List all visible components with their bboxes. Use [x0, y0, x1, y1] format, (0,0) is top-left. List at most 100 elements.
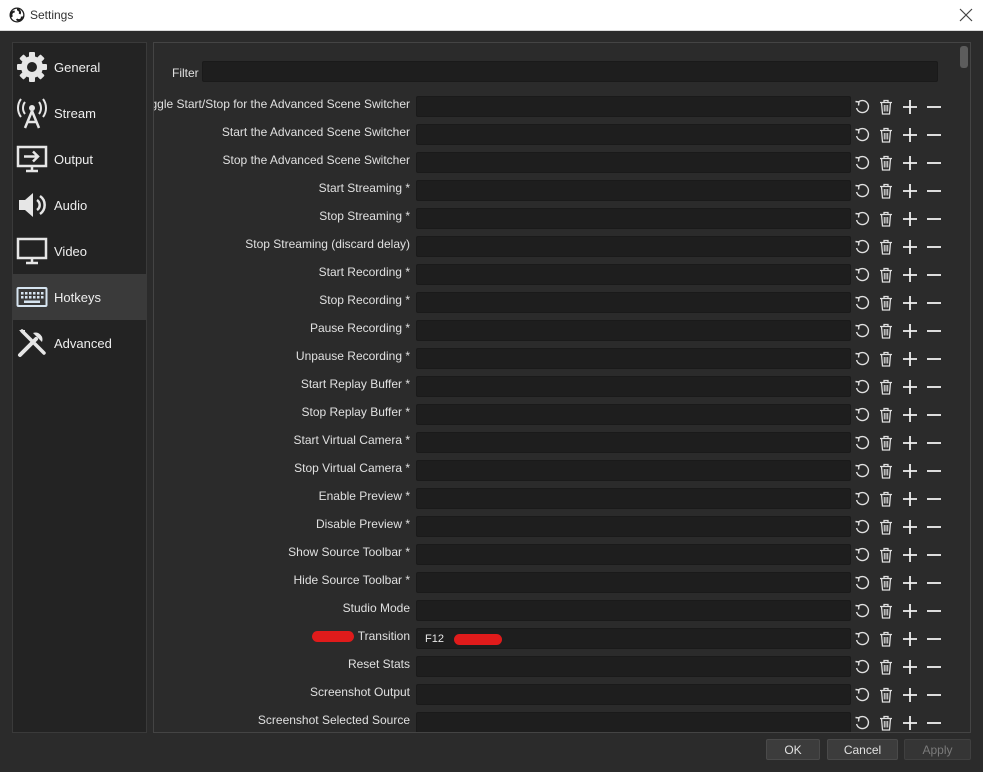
trash-icon[interactable]	[878, 407, 894, 423]
revert-icon[interactable]	[854, 491, 870, 507]
hotkey-input[interactable]	[416, 96, 851, 117]
hotkey-input[interactable]	[416, 292, 851, 313]
plus-icon[interactable]	[902, 239, 918, 255]
minus-icon[interactable]	[926, 659, 942, 675]
minus-icon[interactable]	[926, 687, 942, 703]
hotkey-input[interactable]	[416, 684, 851, 705]
minus-icon[interactable]	[926, 211, 942, 227]
hotkey-input[interactable]	[416, 180, 851, 201]
plus-icon[interactable]	[902, 603, 918, 619]
plus-icon[interactable]	[902, 99, 918, 115]
hotkey-input[interactable]	[416, 712, 851, 732]
trash-icon[interactable]	[878, 631, 894, 647]
sidebar-item-output[interactable]: Output	[13, 136, 146, 182]
trash-icon[interactable]	[878, 575, 894, 591]
hotkey-input[interactable]	[416, 460, 851, 481]
revert-icon[interactable]	[854, 463, 870, 479]
hotkey-input[interactable]	[416, 656, 851, 677]
plus-icon[interactable]	[902, 519, 918, 535]
minus-icon[interactable]	[926, 183, 942, 199]
close-icon[interactable]	[957, 6, 975, 24]
plus-icon[interactable]	[902, 575, 918, 591]
minus-icon[interactable]	[926, 239, 942, 255]
cancel-button[interactable]: Cancel	[827, 739, 898, 760]
minus-icon[interactable]	[926, 323, 942, 339]
hotkey-input[interactable]	[416, 348, 851, 369]
plus-icon[interactable]	[902, 687, 918, 703]
sidebar-item-video[interactable]: Video	[13, 228, 146, 274]
revert-icon[interactable]	[854, 379, 870, 395]
plus-icon[interactable]	[902, 379, 918, 395]
plus-icon[interactable]	[902, 183, 918, 199]
hotkey-input[interactable]	[416, 432, 851, 453]
trash-icon[interactable]	[878, 687, 894, 703]
scrollbar-thumb[interactable]	[960, 46, 968, 68]
minus-icon[interactable]	[926, 575, 942, 591]
hotkey-input[interactable]	[416, 124, 851, 145]
minus-icon[interactable]	[926, 435, 942, 451]
plus-icon[interactable]	[902, 155, 918, 171]
trash-icon[interactable]	[878, 323, 894, 339]
hotkey-input[interactable]	[416, 208, 851, 229]
sidebar-item-advanced[interactable]: Advanced	[13, 320, 146, 366]
revert-icon[interactable]	[854, 239, 870, 255]
revert-icon[interactable]	[854, 155, 870, 171]
plus-icon[interactable]	[902, 351, 918, 367]
revert-icon[interactable]	[854, 547, 870, 563]
minus-icon[interactable]	[926, 463, 942, 479]
trash-icon[interactable]	[878, 267, 894, 283]
plus-icon[interactable]	[902, 491, 918, 507]
plus-icon[interactable]	[902, 295, 918, 311]
minus-icon[interactable]	[926, 127, 942, 143]
trash-icon[interactable]	[878, 715, 894, 731]
trash-icon[interactable]	[878, 491, 894, 507]
revert-icon[interactable]	[854, 407, 870, 423]
minus-icon[interactable]	[926, 267, 942, 283]
sidebar-item-hotkeys[interactable]: Hotkeys	[13, 274, 146, 320]
minus-icon[interactable]	[926, 491, 942, 507]
revert-icon[interactable]	[854, 715, 870, 731]
trash-icon[interactable]	[878, 183, 894, 199]
hotkey-input[interactable]	[416, 516, 851, 537]
trash-icon[interactable]	[878, 603, 894, 619]
plus-icon[interactable]	[902, 267, 918, 283]
plus-icon[interactable]	[902, 435, 918, 451]
hotkey-input[interactable]	[416, 152, 851, 173]
trash-icon[interactable]	[878, 211, 894, 227]
hotkey-input[interactable]	[416, 264, 851, 285]
revert-icon[interactable]	[854, 267, 870, 283]
trash-icon[interactable]	[878, 519, 894, 535]
minus-icon[interactable]	[926, 379, 942, 395]
hotkey-input[interactable]	[416, 404, 851, 425]
trash-icon[interactable]	[878, 379, 894, 395]
hotkey-input[interactable]: F12	[416, 628, 851, 649]
revert-icon[interactable]	[854, 575, 870, 591]
hotkey-input[interactable]	[416, 544, 851, 565]
plus-icon[interactable]	[902, 659, 918, 675]
trash-icon[interactable]	[878, 239, 894, 255]
hotkey-input[interactable]	[416, 236, 851, 257]
plus-icon[interactable]	[902, 323, 918, 339]
revert-icon[interactable]	[854, 519, 870, 535]
trash-icon[interactable]	[878, 155, 894, 171]
minus-icon[interactable]	[926, 603, 942, 619]
minus-icon[interactable]	[926, 715, 942, 731]
hotkey-input[interactable]	[416, 376, 851, 397]
revert-icon[interactable]	[854, 211, 870, 227]
trash-icon[interactable]	[878, 659, 894, 675]
revert-icon[interactable]	[854, 687, 870, 703]
filter-input[interactable]	[202, 61, 938, 82]
plus-icon[interactable]	[902, 127, 918, 143]
plus-icon[interactable]	[902, 407, 918, 423]
minus-icon[interactable]	[926, 155, 942, 171]
hotkey-input[interactable]	[416, 488, 851, 509]
trash-icon[interactable]	[878, 99, 894, 115]
revert-icon[interactable]	[854, 435, 870, 451]
trash-icon[interactable]	[878, 435, 894, 451]
vertical-scrollbar[interactable]	[957, 43, 970, 732]
plus-icon[interactable]	[902, 547, 918, 563]
ok-button[interactable]: OK	[766, 739, 820, 760]
trash-icon[interactable]	[878, 463, 894, 479]
minus-icon[interactable]	[926, 351, 942, 367]
revert-icon[interactable]	[854, 99, 870, 115]
